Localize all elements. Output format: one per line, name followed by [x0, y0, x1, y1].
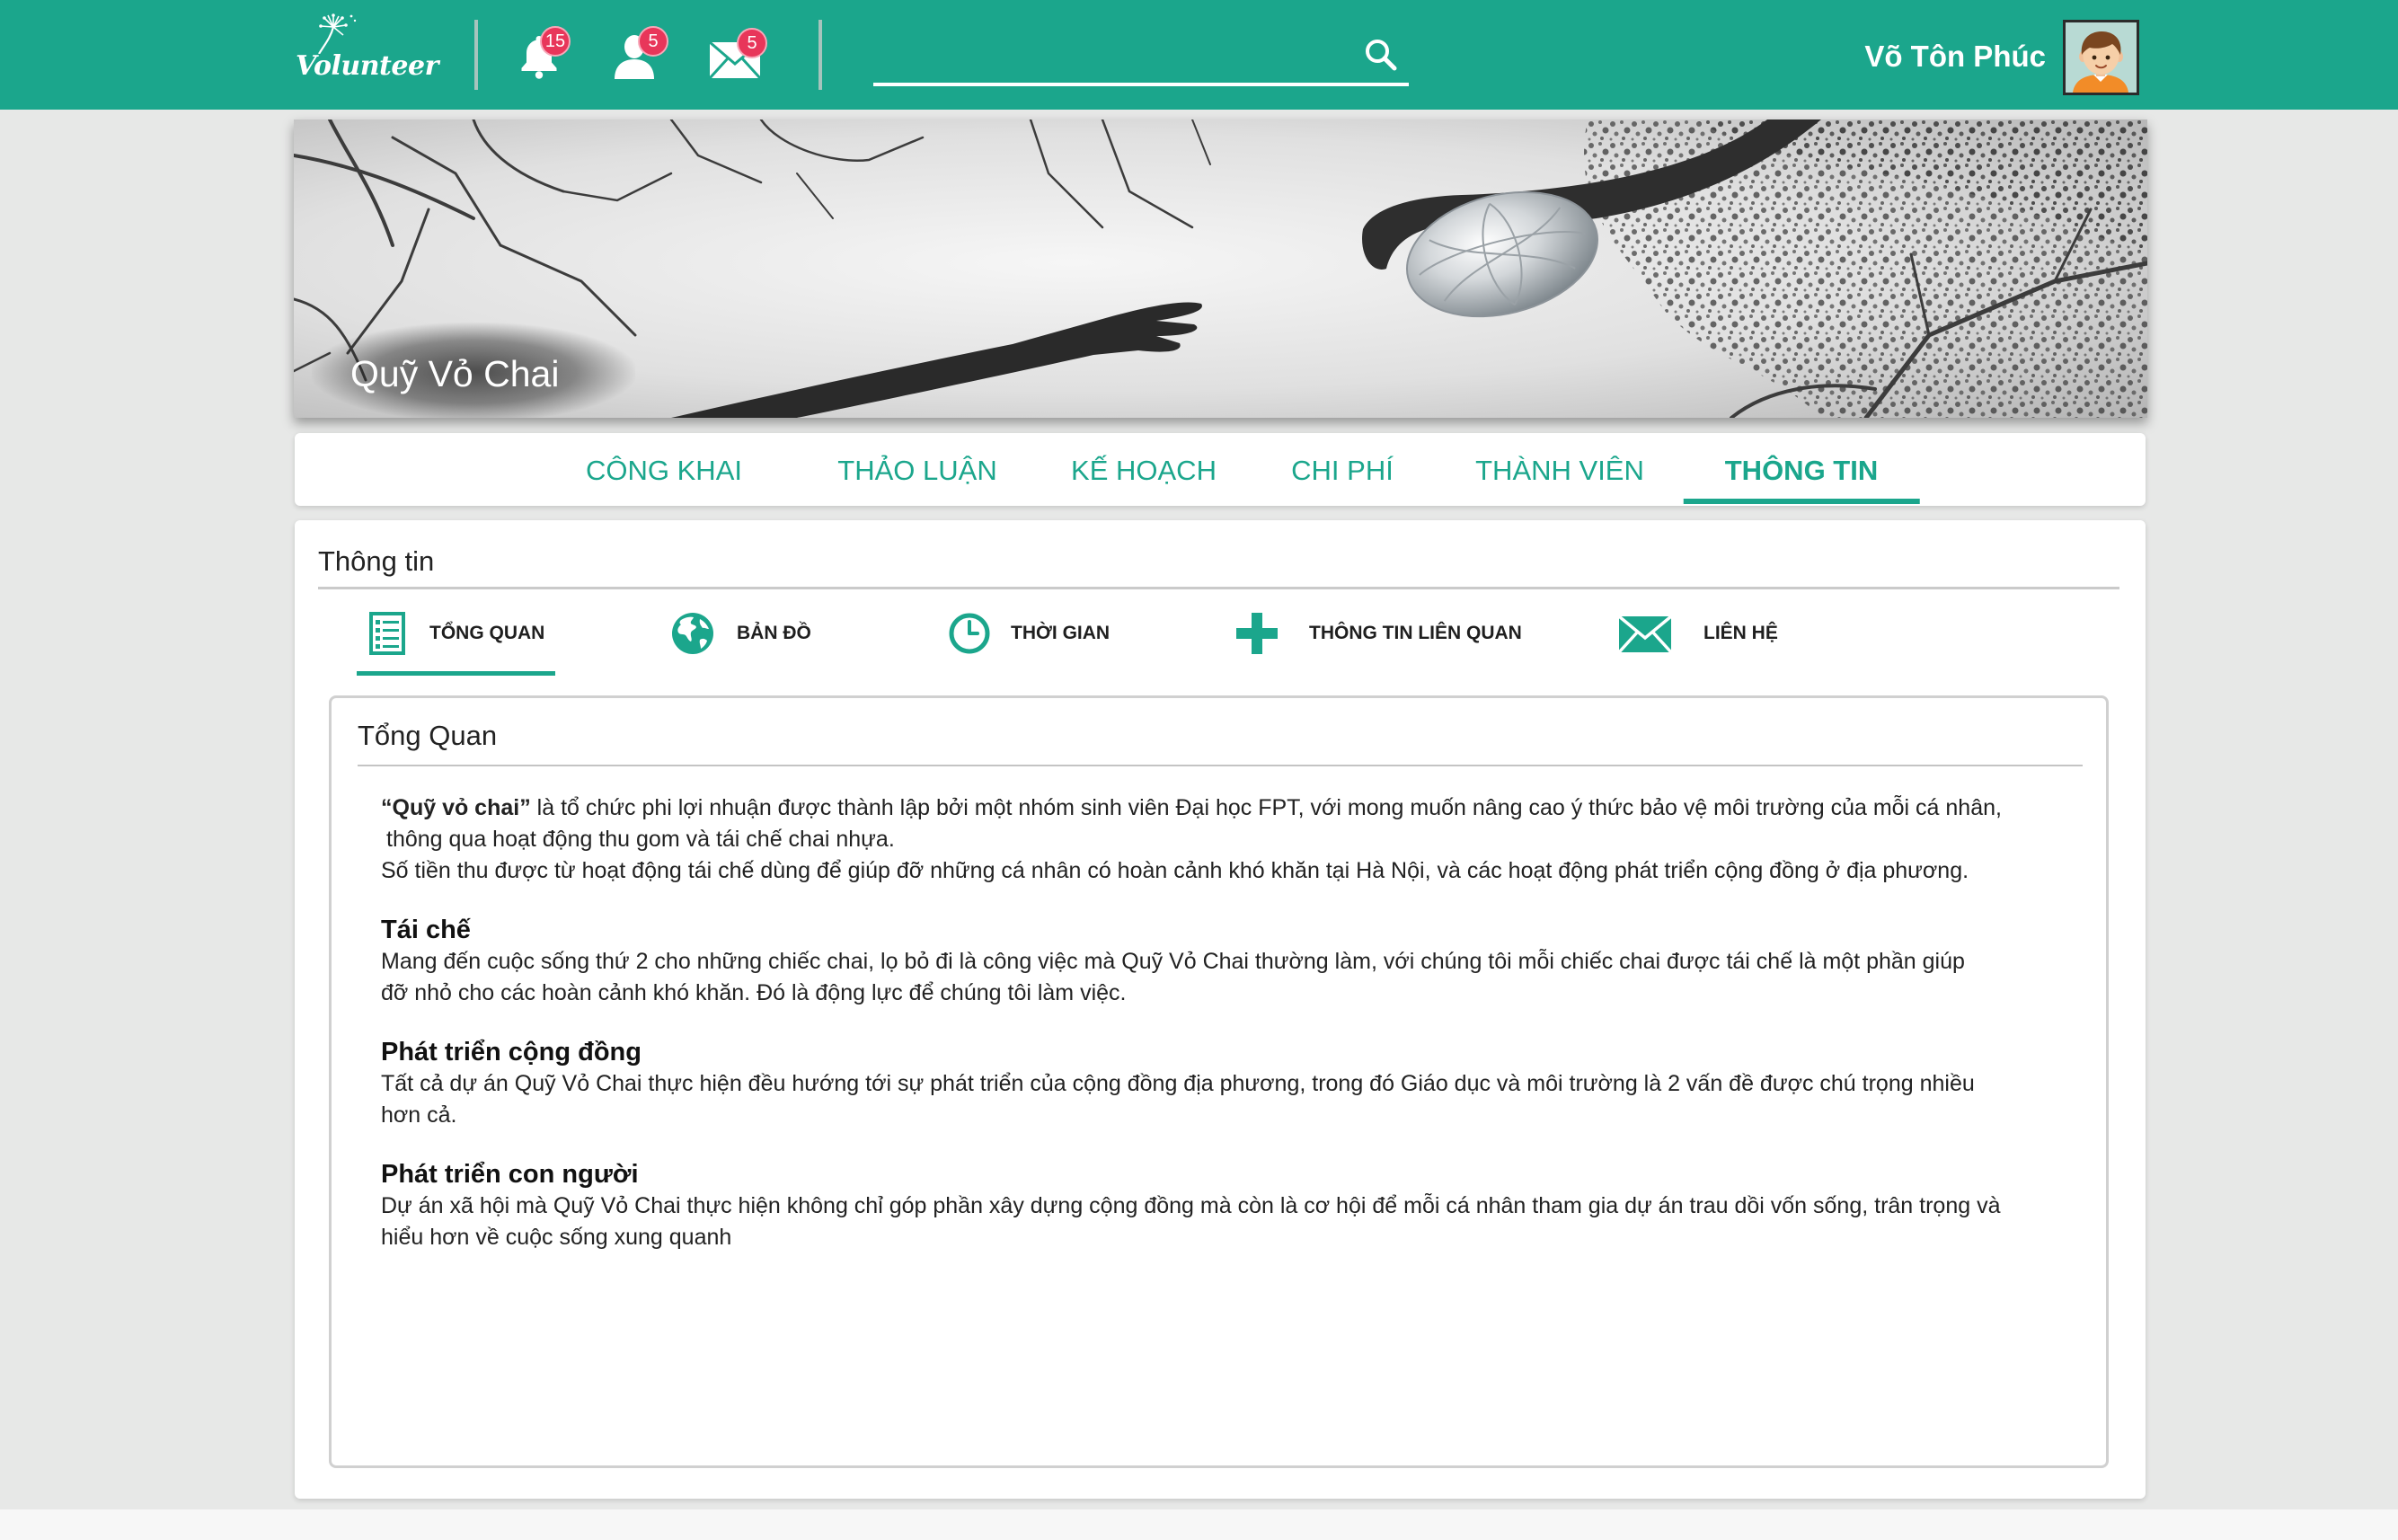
- section-line: Dự án xã hội mà Quỹ Vỏ Chai thực hiện kh…: [381, 1193, 2001, 1218]
- mail-icon: [1617, 611, 1673, 656]
- subtab-ban-do[interactable]: BẢN ĐỒ: [670, 608, 811, 659]
- section-line: Mang đến cuộc sống thứ 2 cho những chiếc…: [381, 949, 1965, 974]
- user-name[interactable]: Võ Tôn Phúc: [1864, 39, 2046, 75]
- search-icon[interactable]: [1363, 37, 1399, 73]
- logo-text: Volunteer: [296, 50, 438, 82]
- subtab-label: BẢN ĐỒ: [737, 623, 811, 643]
- info-card: Thông tin TỔNG QUAN BẢN ĐỒ THỜI GIAN THÔ…: [295, 520, 2146, 1499]
- header-divider: [474, 20, 478, 90]
- intro-line: Số tiền thu được từ hoạt động tái chế dù…: [381, 858, 1969, 883]
- divider: [358, 765, 2083, 766]
- subtab-thong-tin-lien-quan[interactable]: THÔNG TIN LIÊN QUAN: [1234, 608, 1522, 659]
- list-icon: [365, 611, 410, 656]
- subtab-lien-he[interactable]: LIÊN HỆ: [1617, 608, 1778, 659]
- section-line: hiểu hơn về cuộc sống xung quanh: [381, 1225, 732, 1250]
- page-footer-band: [0, 1509, 2398, 1540]
- message-count-badge: 5: [737, 28, 767, 58]
- plus-icon: [1234, 611, 1279, 656]
- top-bar: Volunteer 15 5 5 Võ Tôn Phúc: [0, 0, 2398, 110]
- subtab-tong-quan[interactable]: TỔNG QUAN: [356, 608, 556, 676]
- subtab-label: THÔNG TIN LIÊN QUAN: [1309, 623, 1522, 643]
- section-heading: Tái chế: [381, 916, 471, 944]
- tab-thong-tin[interactable]: THÔNG TIN: [1683, 453, 1919, 504]
- header-divider: [819, 20, 822, 90]
- tab-ke-hoach[interactable]: KẾ HOẠCH: [1071, 453, 1217, 489]
- tab-thao-luan[interactable]: THẢO LUẬN: [837, 453, 996, 489]
- section-line: hơn cả.: [381, 1102, 457, 1128]
- subtab-thoi-gian[interactable]: THỜI GIAN: [947, 608, 1110, 659]
- logo[interactable]: Volunteer: [294, 13, 451, 95]
- tab-cong-khai[interactable]: CÔNG KHAI: [586, 453, 742, 489]
- user-avatar[interactable]: [2063, 20, 2139, 95]
- intro-text: là tổ chức phi lợi nhuận được thành lập …: [530, 795, 2002, 820]
- tab-chi-phi[interactable]: CHI PHÍ: [1291, 453, 1394, 489]
- divider: [318, 587, 2119, 589]
- group-title: Quỹ Vỏ Chai: [350, 353, 560, 394]
- clock-icon: [947, 611, 992, 656]
- overview-panel: Tổng Quan “Quỹ vỏ chai” là tổ chức phi l…: [329, 695, 2109, 1468]
- group-tabs: CÔNG KHAI THẢO LUẬN KẾ HOẠCH CHI PHÍ THÀ…: [295, 433, 2146, 506]
- dandelion-icon: [318, 13, 357, 54]
- search-input[interactable]: [873, 52, 1409, 86]
- section-line: đỡ nhỏ cho các hoàn cảnh khó khăn. Đó là…: [381, 980, 1127, 1005]
- avatar-image: [2066, 22, 2137, 93]
- intro-line: thông qua hoạt động thu gom và tái chế c…: [386, 827, 895, 852]
- section-heading: Phát triển con người: [381, 1160, 639, 1189]
- friend-request-count-badge: 5: [638, 26, 668, 57]
- notification-count-badge: 15: [540, 26, 571, 57]
- overview-content: “Quỹ vỏ chai” là tổ chức phi lợi nhuận đ…: [381, 792, 2093, 1253]
- section-heading: Phát triển cộng đồng: [381, 1038, 642, 1066]
- subtab-label: TỔNG QUAN: [429, 623, 545, 643]
- section-title: Thông tin: [318, 545, 435, 577]
- org-name: “Quỹ vỏ chai”: [381, 795, 531, 820]
- panel-title: Tổng Quan: [358, 720, 498, 751]
- subtab-label: THỜI GIAN: [1011, 623, 1111, 643]
- tab-thanh-vien[interactable]: THÀNH VIÊN: [1475, 453, 1644, 489]
- globe-icon: [670, 611, 715, 656]
- subtab-label: LIÊN HỆ: [1703, 623, 1778, 643]
- intro-line: “Quỹ vỏ chai” là tổ chức phi lợi nhuận đ…: [381, 792, 2093, 824]
- cover-banner: Quỹ Vỏ Chai: [294, 119, 2147, 418]
- section-line: Tất cả dự án Quỹ Vỏ Chai thực hiện đều h…: [381, 1071, 1975, 1096]
